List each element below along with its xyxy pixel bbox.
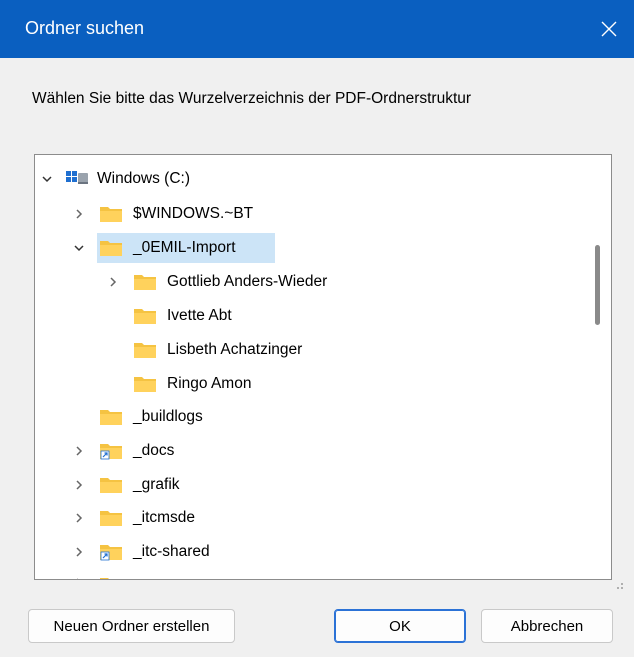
tree-node-windows-drive[interactable]: Windows (C:) xyxy=(35,163,595,195)
chevron-right-icon[interactable] xyxy=(105,274,121,290)
tree-node-label: _0EMIL-Import xyxy=(133,239,236,256)
folder-icon xyxy=(99,407,123,427)
tree-node-lisbeth[interactable]: Lisbeth Achatzinger xyxy=(35,334,595,366)
folder-icon xyxy=(133,340,157,360)
tree-node-label: _itcmsde xyxy=(133,509,196,526)
instruction-text: Wählen Sie bitte das Wurzelverzeichnis d… xyxy=(32,90,472,107)
close-icon xyxy=(601,21,617,37)
tree-node-ivette-abt[interactable]: Ivette Abt xyxy=(35,300,595,332)
chevron-right-icon[interactable] xyxy=(71,206,87,222)
folder-icon xyxy=(133,306,157,326)
shortcut-folder-icon xyxy=(99,441,123,461)
scrollbar-thumb[interactable] xyxy=(595,245,600,325)
chevron-right-icon[interactable] xyxy=(71,544,87,560)
tree-node-label: _itc-shared xyxy=(133,543,210,560)
chevron-down-icon[interactable] xyxy=(39,171,55,187)
title-bar: Ordner suchen xyxy=(0,0,634,58)
folder-icon xyxy=(99,238,123,258)
folder-icon xyxy=(99,575,123,579)
chevron-right-icon[interactable] xyxy=(71,443,87,459)
tree-node-gottlieb[interactable]: Gottlieb Anders-Wieder xyxy=(35,266,595,298)
chevron-right-icon[interactable] xyxy=(71,477,87,493)
tree-node-label: _buildlogs xyxy=(133,408,203,425)
folder-tree[interactable]: Windows (C:) $WINDOWS.~BT _0EMIL-Import … xyxy=(34,154,612,580)
shortcut-folder-icon xyxy=(99,542,123,562)
tree-node-label: Ivette Abt xyxy=(167,307,232,324)
tree-node-label: _grafik xyxy=(133,476,180,493)
tree-node-itcmsde[interactable]: _itcmsde xyxy=(35,502,595,534)
close-button[interactable] xyxy=(590,10,628,48)
tree-node-label: Gottlieb Anders-Wieder xyxy=(167,273,328,290)
tree-node-label: Windows (C:) xyxy=(97,170,191,187)
folder-icon xyxy=(99,508,123,528)
chevron-right-icon[interactable] xyxy=(71,510,87,526)
drive-icon xyxy=(65,168,89,188)
ok-button[interactable]: OK xyxy=(334,609,466,643)
tree-node-grafik[interactable]: _grafik xyxy=(35,469,595,501)
tree-node-0emil-import[interactable]: _0EMIL-Import xyxy=(35,232,595,264)
folder-icon xyxy=(133,272,157,292)
chevron-down-icon[interactable] xyxy=(71,240,87,256)
tree-node-windows-bt[interactable]: $WINDOWS.~BT xyxy=(35,198,595,230)
tree-node-label: Ringo Amon xyxy=(167,375,252,392)
tree-node-itc-shared[interactable]: _itc-shared xyxy=(35,536,595,568)
tree-node-label: Lisbeth Achatzinger xyxy=(167,341,303,358)
tree-node-docs[interactable]: _docs xyxy=(35,435,595,467)
tree-node-buildlogs[interactable]: _buildlogs xyxy=(35,401,595,433)
tree-node-partial[interactable] xyxy=(35,569,595,579)
new-folder-button[interactable]: Neuen Ordner erstellen xyxy=(28,609,235,643)
chevron-right-icon[interactable] xyxy=(71,575,87,579)
resize-grip-icon[interactable] xyxy=(612,578,624,590)
tree-node-ringo-amon[interactable]: Ringo Amon xyxy=(35,368,595,400)
cancel-button[interactable]: Abbrechen xyxy=(481,609,613,643)
folder-icon xyxy=(99,204,123,224)
folder-icon xyxy=(133,374,157,394)
tree-node-label: $WINDOWS.~BT xyxy=(133,205,254,222)
tree-node-label: _docs xyxy=(133,442,175,459)
folder-icon xyxy=(99,475,123,495)
dialog-title: Ordner suchen xyxy=(25,18,145,38)
